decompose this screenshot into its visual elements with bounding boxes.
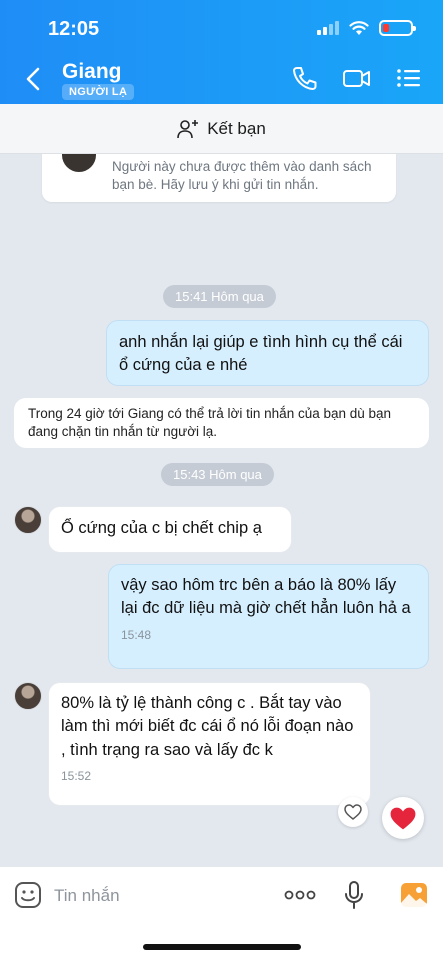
status-icons <box>317 20 416 36</box>
stranger-badge: NGƯỜI LẠ <box>62 84 135 100</box>
message-list[interactable]: Người này chưa được thêm vào danh sách b… <box>0 154 443 866</box>
outgoing-message[interactable]: vậy sao hôm trc bên a báo là 80% lấy lại… <box>108 564 429 669</box>
heart-icon <box>390 807 416 829</box>
menu-icon[interactable] <box>396 64 422 92</box>
status-bar: 12:05 <box>0 0 443 56</box>
time-separator: 15:41 Hôm qua <box>163 285 276 308</box>
status-time: 12:05 <box>48 18 100 40</box>
avatar[interactable] <box>14 682 42 710</box>
back-icon[interactable] <box>22 64 46 94</box>
quick-reaction-button[interactable] <box>382 797 424 839</box>
add-user-icon <box>177 119 199 138</box>
avatar <box>62 154 96 172</box>
video-call-icon[interactable] <box>342 64 372 92</box>
chat-header: 12:05 Giang NGƯỜI LẠ <box>0 0 443 104</box>
contact-name[interactable]: Giang <box>62 60 122 84</box>
phone-icon[interactable] <box>290 64 320 92</box>
cellular-signal-icon <box>317 21 339 35</box>
heart-outline-icon <box>344 804 362 820</box>
more-icon[interactable] <box>284 889 316 901</box>
home-area <box>0 924 443 960</box>
add-friend-label: Kết bạn <box>207 118 266 138</box>
outgoing-message[interactable]: anh nhắn lại giúp e tình hình cụ thể cái… <box>106 320 429 386</box>
message-time: 15:48 <box>121 627 152 642</box>
system-note: Trong 24 giờ tới Giang có thể trả lời ti… <box>14 398 429 449</box>
message-input-bar: Tin nhắn <box>0 866 443 924</box>
wifi-icon <box>349 20 369 35</box>
sticker-icon[interactable] <box>14 881 42 909</box>
stranger-notice: Người này chưa được thêm vào danh sách b… <box>42 154 396 202</box>
stranger-notice-text: Người này chưa được thêm vào danh sách b… <box>112 159 372 193</box>
add-friend-button[interactable]: Kết bạn <box>0 104 443 154</box>
message-text: 80% là tỷ lệ thành công c . Bắt tay vào … <box>61 694 354 759</box>
message-text: Ổ cứng của c bị chết chip ạ <box>61 519 262 537</box>
message-text: vậy sao hôm trc bên a báo là 80% lấy lại… <box>121 576 411 618</box>
microphone-icon[interactable] <box>344 880 364 910</box>
message-input[interactable]: Tin nhắn <box>54 886 120 906</box>
time-separator: 15:43 Hôm qua <box>161 463 274 486</box>
incoming-message[interactable]: 80% là tỷ lệ thành công c . Bắt tay vào … <box>48 682 371 806</box>
react-button[interactable] <box>338 797 368 827</box>
image-gallery-icon[interactable] <box>400 881 428 909</box>
message-text: anh nhắn lại giúp e tình hình cụ thể cái… <box>119 333 403 375</box>
avatar[interactable] <box>14 506 42 534</box>
incoming-message[interactable]: Ổ cứng của c bị chết chip ạ <box>48 506 292 553</box>
message-time: 15:52 <box>61 769 92 784</box>
home-indicator <box>143 944 301 950</box>
battery-icon <box>379 20 416 36</box>
